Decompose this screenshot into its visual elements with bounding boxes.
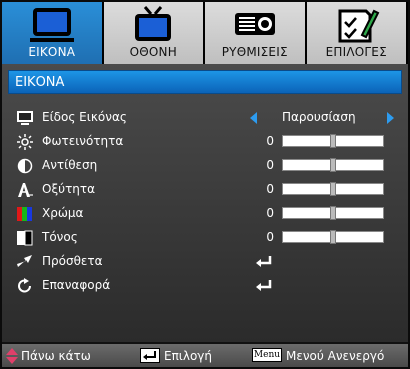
row-label: Επαναφορά — [42, 278, 111, 292]
slider-knob[interactable] — [330, 206, 336, 220]
tab-display[interactable]: ΟΘΟΝΗ — [103, 2, 205, 64]
row-picture-mode[interactable]: Είδος Εικόνας Παρουσίαση — [2, 106, 408, 130]
row-reset[interactable]: Επαναφορά — [2, 274, 408, 298]
select-hint: Επιλογή — [164, 349, 213, 363]
slider-knob[interactable] — [330, 230, 336, 244]
color-icon — [17, 207, 32, 221]
osd-menu: ΕΙΚΟΝΑ ΟΘΟΝΗ ΡΥΘΜΙΣΕΙΣ ΕΠΙΛΟΓΕΣ ΕΙΚΟΝΑ Ε… — [0, 0, 410, 369]
contrast-slider[interactable] — [282, 158, 384, 172]
sharpness-icon — [18, 183, 33, 197]
contrast-icon — [17, 158, 33, 174]
tab-picture[interactable]: ΕΙΚΟΝΑ — [2, 2, 104, 64]
color-value: 0 — [266, 206, 274, 220]
row-brightness[interactable]: Φωτεινότητα 0 — [2, 130, 408, 154]
tint-icon — [17, 230, 33, 246]
contrast-value: 0 — [266, 158, 274, 172]
monitor-icon — [29, 8, 74, 42]
tab-label: ΡΥΘΜΙΣΕΙΣ — [221, 45, 288, 59]
sharpness-value: 0 — [266, 182, 274, 196]
reset-icon — [18, 278, 31, 293]
row-sharpness[interactable]: Οξύτητα 0 — [2, 178, 408, 202]
tint-slider[interactable] — [282, 230, 384, 244]
row-label: Χρώμα — [42, 206, 84, 220]
tab-settings[interactable]: ΡΥΘΜΙΣΕΙΣ — [205, 2, 307, 64]
settings-panel: ΕΙΚΟΝΑ Είδος Εικόνας Παρουσίαση Φωτεινότ… — [2, 64, 408, 342]
row-label: Φωτεινότητα — [42, 134, 124, 148]
picture-mode-value: Παρουσίαση — [282, 110, 356, 124]
row-label: Είδος Εικόνας — [42, 110, 127, 124]
tab-bar: ΕΙΚΟΝΑ ΟΘΟΝΗ ΡΥΘΜΙΣΕΙΣ ΕΠΙΛΟΓΕΣ — [2, 2, 408, 64]
arrow-right-icon[interactable] — [387, 112, 394, 124]
monitor-small-icon — [17, 111, 33, 125]
checklist-pen-icon — [338, 9, 380, 43]
panel-title: ΕΙΚΟΝΑ — [15, 75, 65, 90]
row-color[interactable]: Χρώμα 0 — [2, 202, 408, 226]
brightness-icon — [17, 134, 33, 150]
projector-icon — [234, 13, 275, 35]
color-slider[interactable] — [282, 206, 384, 220]
tab-label: ΕΠΙΛΟΓΕΣ — [325, 45, 387, 59]
up-down-arrows-icon — [6, 348, 18, 364]
enter-icon — [256, 256, 272, 267]
tint-value: 0 — [266, 230, 274, 244]
advanced-icon — [17, 255, 32, 267]
row-tint[interactable]: Τόνος 0 — [2, 226, 408, 250]
enter-icon — [256, 280, 272, 291]
row-label: Οξύτητα — [42, 182, 96, 196]
panel-header: ΕΙΚΟΝΑ — [8, 70, 402, 94]
enter-key-icon — [140, 348, 160, 363]
row-advanced[interactable]: Πρόσθετα — [2, 250, 408, 274]
tab-options[interactable]: ΕΠΙΛΟΓΕΣ — [306, 2, 408, 64]
sharpness-slider[interactable] — [282, 182, 384, 196]
nav-hint: Πάνω κάτω — [21, 349, 91, 363]
row-label: Τόνος — [42, 230, 78, 244]
tab-label: ΟΘΟΝΗ — [129, 45, 177, 59]
slider-knob[interactable] — [330, 158, 336, 172]
brightness-value: 0 — [266, 134, 274, 148]
tv-icon — [135, 6, 172, 41]
help-bar: Πάνω κάτω Επιλογή Menu Μενού Ανενεργό — [2, 342, 408, 367]
brightness-slider[interactable] — [282, 134, 384, 148]
slider-knob[interactable] — [330, 182, 336, 196]
menu-hint: Μενού Ανενεργό — [286, 349, 385, 363]
slider-knob[interactable] — [330, 134, 336, 148]
tab-label: ΕΙΚΟΝΑ — [28, 45, 76, 59]
menu-key-icon: Menu — [252, 348, 282, 362]
row-label: Αντίθεση — [42, 158, 98, 172]
arrow-left-icon[interactable] — [250, 112, 257, 124]
row-contrast[interactable]: Αντίθεση 0 — [2, 154, 408, 178]
row-label: Πρόσθετα — [42, 254, 103, 268]
